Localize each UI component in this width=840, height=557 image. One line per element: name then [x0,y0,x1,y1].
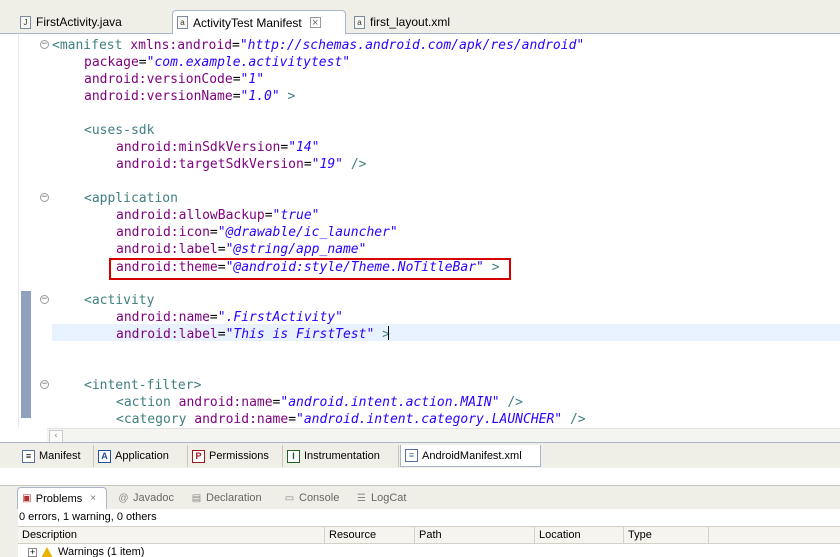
xml-file-icon: a [354,15,365,29]
application-icon: A [98,449,111,463]
tab-label: Instrumentation [304,450,380,462]
code-line: <application [84,191,178,206]
tab-label: FirstActivity.java [36,15,122,29]
javadoc-icon: @ [118,492,129,504]
editor-tab-bar: J FirstActivity.java a ActivityTest Mani… [0,0,840,34]
code-line: android:name=".FirstActivity" [116,310,343,325]
fold-collapse-icon[interactable]: − [40,193,49,202]
fold-collapse-icon[interactable]: − [40,295,49,304]
tab-application[interactable]: A Application [94,445,188,467]
logcat-icon: ☰ [357,492,366,504]
console-icon: ▭ [284,492,295,504]
code-line: android:allowBackup="true" [116,208,320,223]
problems-icon: ▣ [22,493,32,504]
code-line: android:minSdkVersion="14" [116,140,320,155]
tab-javadoc[interactable]: @ Javadoc [118,487,174,509]
tab-label: Manifest [39,450,81,462]
change-marker [21,291,31,418]
editor-ruler [0,34,19,428]
tab-label: Application [115,450,169,462]
fold-collapse-icon[interactable]: − [40,40,49,49]
code-line: <activity [84,293,155,308]
horizontal-scrollbar[interactable]: ‹ [47,428,840,443]
permissions-icon: P [192,449,205,463]
code-line: <intent-filter> [84,378,202,393]
highlight-box [109,258,511,280]
instrumentation-icon: I [287,449,300,463]
code-line: <action android:name="android.intent.act… [116,395,524,410]
table-row[interactable]: + Warnings (1 item) [18,544,840,557]
tab-manifest[interactable]: ≡ Manifest [18,445,94,467]
android-manifest-icon: a [177,16,188,29]
tab-instrumentation[interactable]: I Instrumentation [283,445,399,467]
code-line: <category android:name="android.intent.c… [116,412,586,427]
tab-label: Problems [35,492,83,505]
warning-icon [41,546,53,557]
tab-label: Declaration [206,492,262,504]
text-caret [388,326,389,340]
xml-editor[interactable]: − − − − <manifest xmlns:android="http://… [0,34,840,428]
tab-label: AndroidManifest.xml [422,449,522,462]
code-line: <manifest xmlns:android="http://schemas.… [52,38,585,53]
code-line: android:label="This is FirstTest" > [116,327,390,342]
code-line: package="com.example.activitytest" [84,55,351,70]
tab-problems[interactable]: ▣ Problems × [17,487,107,509]
code-line: android:versionName="1.0" > [84,89,296,104]
expand-icon[interactable]: + [28,547,37,557]
row-description: Warnings (1 item) [58,546,145,557]
view-tab-bar: ▣ Problems × @ Javadoc ▤ Declaration ▭ C… [0,485,840,509]
tab-declaration[interactable]: ▤ Declaration [191,487,262,509]
column-description[interactable]: Description [18,527,325,544]
manifest-overview-icon: ≡ [22,449,35,463]
close-icon[interactable]: × [88,493,98,504]
view-left-margin [0,509,18,557]
fold-collapse-icon[interactable]: − [40,380,49,389]
xml-source-icon: ≡ [405,449,418,462]
problems-summary: 0 errors, 1 warning, 0 others [19,511,157,523]
code-line: android:label="@string/app_name" [116,242,367,257]
tab-label: Console [299,492,340,504]
problems-table-header: Description Resource Path Location Type [18,526,840,544]
tab-first-activity-java[interactable]: J FirstActivity.java [16,10,168,34]
code-line: android:versionCode="1" [84,72,265,87]
code-line: android:icon="@drawable/ic_launcher" [116,225,398,240]
column-resource[interactable]: Resource [325,527,415,544]
tab-activitytest-manifest[interactable]: a ActivityTest Manifest × [172,10,346,34]
column-location[interactable]: Location [535,527,624,544]
code-line: android:targetSdkVersion="19" /> [116,157,367,172]
tab-label: ActivityTest Manifest [193,15,302,30]
tab-label: first_layout.xml [370,15,451,29]
column-type[interactable]: Type [624,527,709,544]
tab-label: LogCat [371,492,407,504]
tab-first-layout-xml[interactable]: a first_layout.xml [350,10,480,34]
tab-permissions[interactable]: P Permissions [188,445,283,467]
tab-androidmanifest-xml[interactable]: ≡ AndroidManifest.xml [400,445,541,467]
java-file-icon: J [20,15,31,29]
manifest-editor-tabs: ≡ Manifest A Application P Permissions I… [0,442,840,468]
declaration-icon: ▤ [191,492,202,504]
tab-logcat[interactable]: ☰ LogCat [356,487,406,509]
tab-console[interactable]: ▭ Console [284,487,340,509]
close-icon[interactable]: × [309,17,321,29]
sash[interactable] [0,468,840,485]
column-path[interactable]: Path [415,527,535,544]
code-line: <uses-sdk [84,123,155,138]
tab-label: Javadoc [133,492,174,504]
tab-label: Permissions [209,450,269,462]
